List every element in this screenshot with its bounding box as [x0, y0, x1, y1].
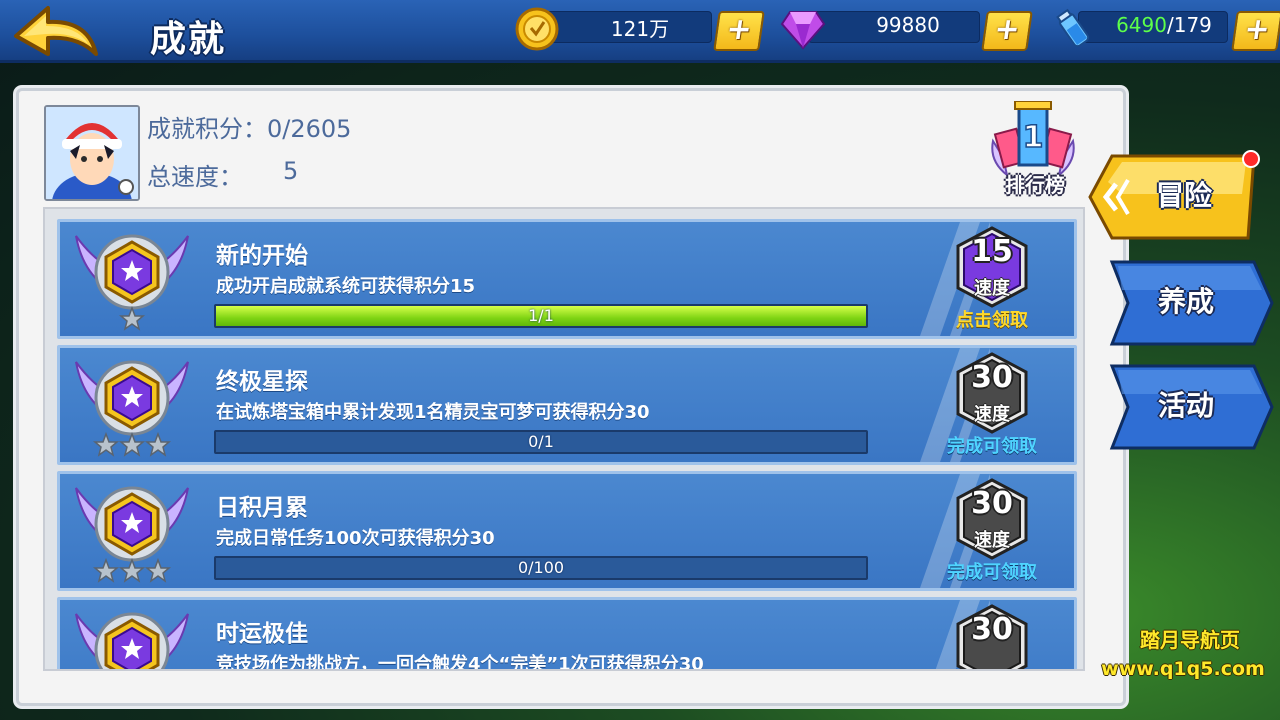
- stamina-display: 6490/179 +: [1048, 6, 1280, 51]
- reward-unit: 速度: [974, 530, 1010, 551]
- achievement-title: 终极星探: [216, 369, 308, 395]
- reward-value: 30: [971, 486, 1013, 521]
- coins-display: 121万 +: [510, 6, 765, 51]
- achievement-description: 在试炼塔宝箱中累计发现1名精灵宝可梦可获得积分30: [216, 402, 650, 423]
- medal-icon: [75, 360, 189, 457]
- coins-value: 121万: [610, 17, 670, 41]
- star-icon: [144, 431, 172, 457]
- medal-icon: [75, 234, 189, 331]
- top-bar: 成就 121万 + 99880 + 6490/179 +: [0, 0, 1280, 63]
- reward-value: 30: [971, 360, 1013, 395]
- star-icon: [118, 305, 146, 331]
- achievement-row[interactable]: 新的开始成功开启成就系统可获得积分15 1/1 15 速度点击领取: [57, 219, 1077, 339]
- tab-adventure[interactable]: 冒险: [1088, 154, 1256, 240]
- reward-unit: 速度: [974, 278, 1010, 299]
- achievement-description: 成功开启成就系统可获得积分15: [216, 276, 476, 297]
- medal-icon: [75, 486, 189, 583]
- star-icon: [118, 431, 146, 457]
- achievement-list[interactable]: 新的开始 成功开启成就系统可获得积分15 1/1 15 速度 点击领取 终极星探 在试炼塔…: [43, 207, 1085, 671]
- star-icon: [92, 557, 120, 583]
- achievement-row[interactable]: 日积月累完成日常任务100次可获得积分30 0/100 30 速度完成可领取: [57, 471, 1077, 591]
- ranking-label[interactable]: 排行榜: [995, 169, 1075, 198]
- progress-bar: 0/1: [214, 430, 868, 454]
- notification-dot: [1242, 150, 1260, 168]
- progress-text: 1/1: [528, 306, 554, 325]
- tab-activity[interactable]: 活动: [1108, 364, 1276, 450]
- stamina-current: 6490: [1116, 13, 1167, 37]
- achievement-title: 新的开始: [216, 243, 308, 269]
- achievement-description: 竞技场作为挑战方，一回合触发4个“完美”1次可获得积分30: [216, 654, 704, 671]
- reward-value: 15: [971, 234, 1013, 269]
- star-icon: [92, 431, 120, 457]
- achievement-title: 时运极佳: [216, 621, 308, 647]
- avatar[interactable]: [44, 105, 140, 201]
- reward-unit: 速度: [974, 404, 1010, 425]
- watermark-title: 踏月导航页: [1140, 628, 1240, 652]
- tab-cultivate-label: 养成: [1158, 285, 1215, 318]
- gems-display: 99880 +: [778, 6, 1033, 51]
- page-title: 成就: [150, 19, 227, 60]
- tab-cultivate[interactable]: 养成: [1108, 260, 1276, 346]
- add-stamina-button[interactable]: +: [1231, 11, 1280, 51]
- total-speed-value: 5: [283, 157, 299, 185]
- add-gems-button[interactable]: +: [981, 11, 1033, 51]
- achievement-panel: 成就积分：0/2605 总速度： 5 1 排行榜 新的开始成功开启成就系统可获得…: [16, 88, 1126, 706]
- stamina-max: /179: [1166, 13, 1212, 37]
- claim-button[interactable]: 点击领取: [932, 306, 1052, 332]
- medal-icon: [75, 612, 189, 669]
- gold-coin-icon: [515, 7, 559, 51]
- progress-bar: 0/100: [214, 556, 868, 580]
- achievement-score: 成就积分：0/2605: [147, 115, 352, 143]
- ranking-number: 1: [1023, 120, 1044, 155]
- progress-text: 0/1: [528, 432, 554, 451]
- claim-status: 完成可领取: [947, 562, 1037, 583]
- achievement-row[interactable]: 时运极佳竞技场作为挑战方，一回合触发4个“完美”1次可获得积分30 30: [57, 597, 1077, 671]
- add-coins-button[interactable]: +: [713, 11, 765, 51]
- tab-activity-label: 活动: [1158, 389, 1215, 422]
- gems-value: 99880: [876, 13, 940, 37]
- energy-bottle-icon: [1056, 8, 1090, 48]
- achievement-description: 完成日常任务100次可获得积分30: [216, 528, 495, 549]
- star-icon: [144, 557, 172, 583]
- total-speed-label: 总速度：: [147, 163, 243, 191]
- claim-status: 完成可领取: [947, 436, 1037, 457]
- achievement-row[interactable]: 终极星探在试炼塔宝箱中累计发现1名精灵宝可梦可获得积分30 0/1 30 速度完成可…: [57, 345, 1077, 465]
- reward-value: 30: [971, 612, 1013, 647]
- progress-text: 0/100: [517, 558, 565, 577]
- back-arrow-icon[interactable]: [8, 2, 108, 66]
- progress-bar: 1/1: [214, 304, 868, 328]
- star-icon: [118, 557, 146, 583]
- trainer-portrait-icon: [46, 107, 138, 199]
- achievement-title: 日积月累: [216, 495, 308, 521]
- tab-adventure-label: 冒险: [1156, 179, 1213, 212]
- watermark-url: www.q1q5.com: [1101, 658, 1265, 680]
- purple-gem-icon: [780, 11, 826, 50]
